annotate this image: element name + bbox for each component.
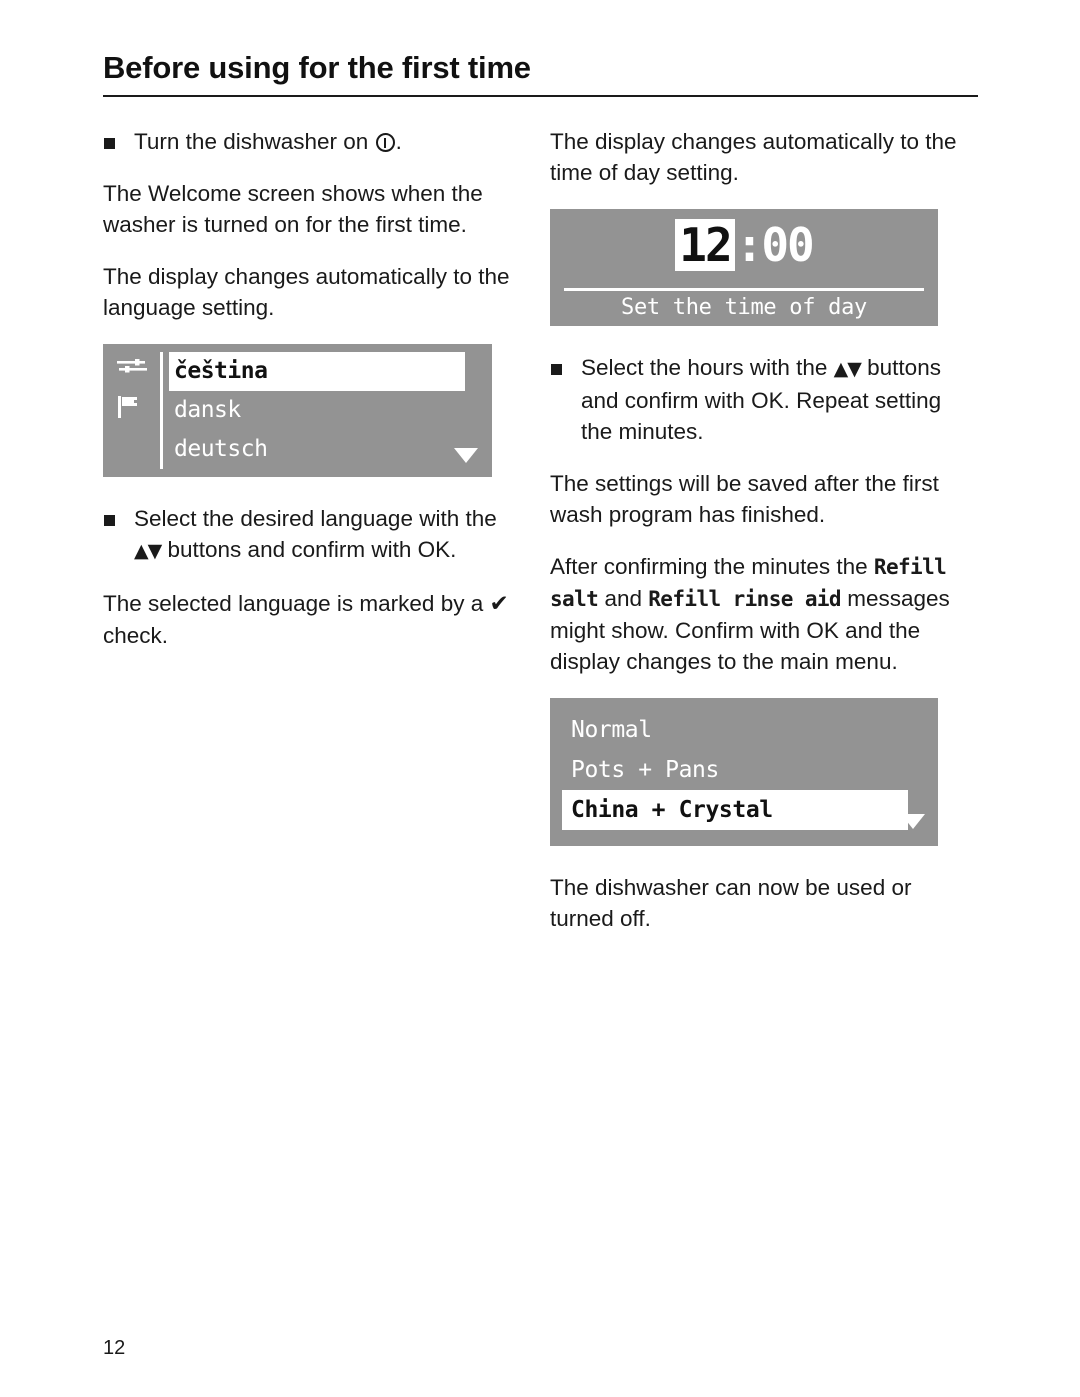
language-panel-icons [117,358,157,430]
menu-row-normal[interactable]: Normal [550,710,938,750]
step-turn-on-text: Turn the dishwasher on [134,129,369,154]
language-panel-divider [160,352,163,469]
step-select-hours-part1: Select the hours with the [581,355,828,380]
step-select-hours: Select the hours with the ▲▼ buttons and… [550,352,978,447]
language-display-panel: čeština dansk deutsch [103,344,492,477]
step-turn-on: Turn the dishwasher on . [103,126,523,157]
power-on-symbol-icon [375,133,395,152]
bullet-square-icon [104,138,115,149]
paragraph-refill-part2: and [604,586,642,611]
step-turn-on-period: . [395,129,402,154]
menu-row-selected-china-crystal[interactable]: China + Crystal [562,790,908,830]
page-number: 12 [103,1337,126,1359]
step-select-language: Select the desired language with the ▲▼ … [103,503,523,567]
clock-caption: Set the time of day [621,295,867,320]
paragraph-settings-saved: The settings will be saved after the fir… [550,471,939,527]
step-select-language-part1: Select the desired language with the [134,506,497,531]
paragraph-dishwasher-ready: The dishwasher can now be used or turned… [550,875,912,931]
paragraph-time-setting: The display changes automatically to the… [550,129,957,185]
flag-icon [117,394,147,418]
title-divider [103,94,978,97]
right-column: The display changes automatically to the… [550,126,978,934]
language-row-selected[interactable]: čeština [169,352,465,391]
menu-row-pots-pans[interactable]: Pots + Pans [550,750,938,790]
left-column: Turn the dishwasher on . The Welcome scr… [103,126,523,651]
updown-arrows-icon: ▲▼ [134,540,162,562]
paragraph-check-mark: The selected language is marked by a ✔ c… [103,588,523,651]
clock-minutes[interactable]: :00 [735,219,815,271]
main-menu-display-panel: Normal Pots + Pans China + Crystal [550,698,938,846]
paragraph-welcome-screen: The Welcome screen shows when the washer… [103,181,483,237]
clock-panel-divider [564,288,924,291]
refill-rinse-aid-term: Refill rinse aid [648,587,841,611]
clock-display-panel: 12:00 Set the time of day [550,209,938,326]
bullet-square-icon [104,515,115,526]
paragraph-refill-part1: After confirming the minutes the [550,554,868,579]
clock-time: 12:00 [550,219,938,271]
step-select-language-part2: buttons and confirm with OK. [167,537,457,562]
settings-sliders-icon [117,358,147,382]
down-arrow-icon [454,448,478,463]
clock-hours-selected[interactable]: 12 [675,219,735,271]
bullet-square-icon [551,364,562,375]
language-row[interactable]: dansk [169,391,487,430]
down-arrow-icon [901,814,925,829]
paragraph-language-setting: The display changes automatically to the… [103,264,510,320]
check-mark-icon: ✔ [489,591,509,617]
language-list: čeština dansk deutsch [169,352,487,469]
paragraph-check-part1: The selected language is marked by a [103,591,484,616]
page-header: Before using for the first time [103,50,978,97]
paragraph-check-part2: check. [103,623,169,648]
manual-page: Before using for the first time Turn the… [0,0,1080,1397]
language-row[interactable]: deutsch [169,430,487,469]
page-title: Before using for the first time [103,50,531,85]
paragraph-refill-messages: After confirming the minutes the Refill … [550,551,978,677]
updown-arrows-icon: ▲▼ [833,358,862,380]
